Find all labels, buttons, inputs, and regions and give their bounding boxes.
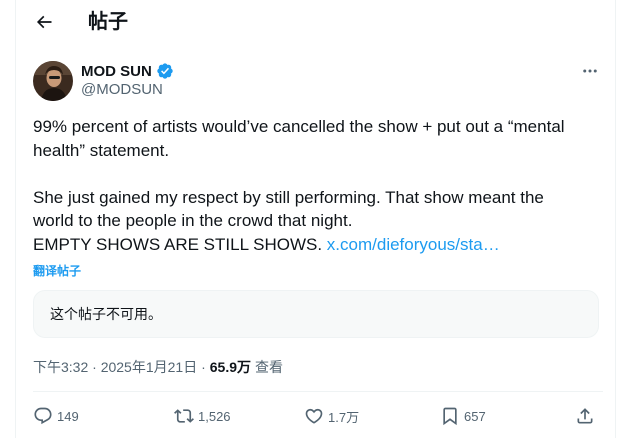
more-options-button[interactable] bbox=[577, 58, 603, 84]
arrow-left-icon bbox=[36, 15, 52, 29]
post-header: 帖子 bbox=[16, 0, 617, 44]
like-count: 1.7万 bbox=[328, 409, 360, 425]
share-button[interactable] bbox=[575, 403, 595, 429]
unavailable-message: 这个帖子不可用。 bbox=[50, 306, 162, 322]
bookmark-icon bbox=[443, 407, 457, 426]
avatar[interactable] bbox=[33, 61, 73, 101]
post-detail-panel: 帖子 MOD SUN @MODSUN 99% percent of artist… bbox=[15, 0, 616, 438]
view-count-label: 查看 bbox=[255, 359, 283, 375]
view-count: 65.9万 bbox=[209, 359, 251, 375]
tweet-text: 99% percent of artists would’ve cancelle… bbox=[33, 115, 603, 256]
post-meta: 下午3:32 · 2025年1月21日 · 65.9万 查看 bbox=[33, 357, 283, 377]
reply-button[interactable]: 149 bbox=[33, 403, 79, 429]
action-bar: 149 1,526 1.7万 657 bbox=[16, 400, 617, 434]
quoted-post-unavailable: 这个帖子不可用。 bbox=[33, 290, 599, 338]
more-horizontal-icon bbox=[583, 69, 597, 73]
tweet-link[interactable]: x.com/dieforyous/sta… bbox=[327, 235, 500, 254]
back-button[interactable] bbox=[28, 6, 60, 38]
author-handle[interactable]: @MODSUN bbox=[81, 81, 163, 98]
verified-badge-icon bbox=[157, 63, 173, 79]
reply-count: 149 bbox=[57, 408, 79, 424]
repost-button[interactable]: 1,526 bbox=[174, 403, 231, 429]
tweet-text-shout: EMPTY SHOWS ARE STILL SHOWS. bbox=[33, 234, 323, 254]
tweet-text-line: 99% percent of artists would’ve cancelle… bbox=[33, 117, 565, 136]
tweet-text-last-line: EMPTY SHOWS ARE STILL SHOWS. x.com/diefo… bbox=[33, 233, 603, 257]
translate-post-link[interactable]: 翻译帖子 bbox=[33, 262, 81, 279]
post-timestamp[interactable]: 下午3:32 · 2025年1月21日 · bbox=[33, 357, 206, 377]
tweet-text-line: world to the people in the crowd that ni… bbox=[33, 211, 353, 230]
reply-icon bbox=[34, 407, 52, 425]
bookmark-count: 657 bbox=[464, 408, 486, 424]
author-name-row: MOD SUN bbox=[81, 61, 174, 81]
like-button[interactable]: 1.7万 bbox=[304, 403, 359, 429]
heart-icon bbox=[305, 408, 323, 424]
author-display-name[interactable]: MOD SUN bbox=[81, 63, 152, 80]
repost-count: 1,526 bbox=[198, 408, 231, 424]
divider bbox=[33, 391, 603, 392]
tweet-text-line: She just gained my respect by still perf… bbox=[33, 187, 544, 207]
tweet-text-line: health” statement. bbox=[33, 140, 170, 160]
share-icon bbox=[577, 408, 593, 424]
page-title: 帖子 bbox=[88, 11, 128, 33]
repost-icon bbox=[174, 409, 194, 423]
bookmark-button[interactable]: 657 bbox=[440, 403, 486, 429]
